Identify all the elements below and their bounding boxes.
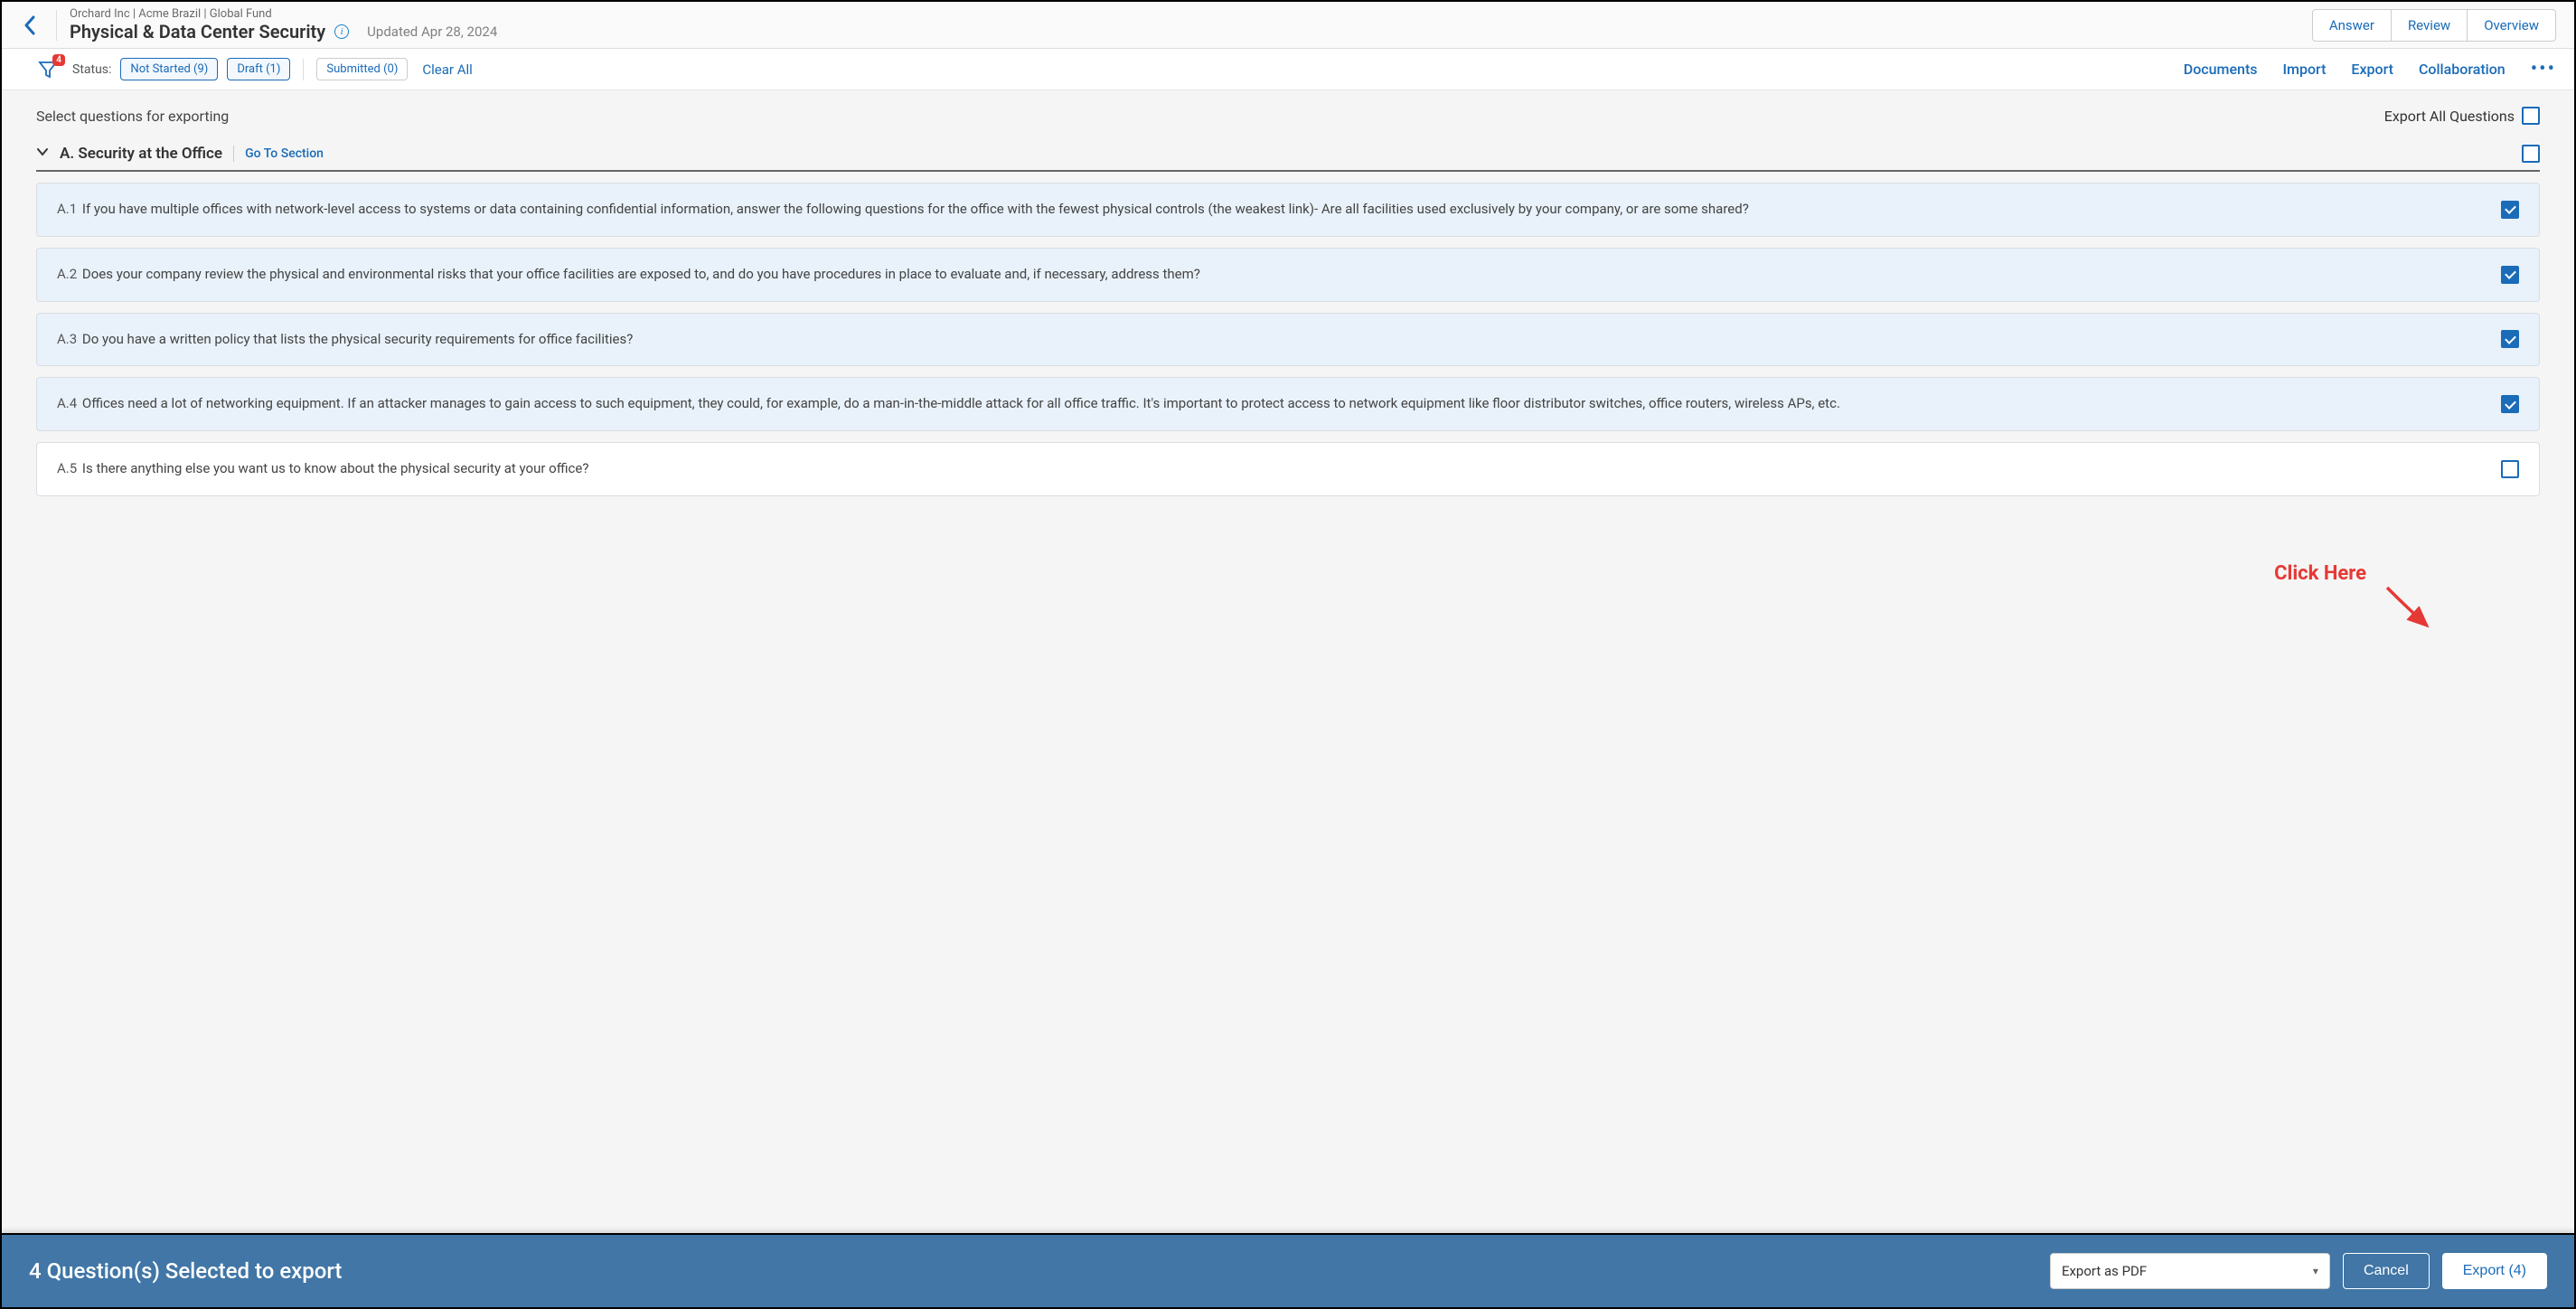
cancel-button[interactable]: Cancel [2343,1253,2430,1289]
question-card[interactable]: A.5 Is there anything else you want us t… [36,442,2540,496]
export-format-select[interactable]: Export as PDF ▾ [2050,1253,2330,1289]
status-label: Status: [72,62,111,77]
question-number: A.4 [57,395,80,411]
chip-draft[interactable]: Draft (1) [227,58,290,80]
export-format-value: Export as PDF [2062,1263,2147,1279]
question-checkbox[interactable] [2501,395,2519,413]
filter-icon[interactable]: 4 [38,60,58,80]
chip-submitted[interactable]: Submitted (0) [316,58,408,80]
question-text: A.5 Is there anything else you want us t… [57,459,2477,479]
tab-review[interactable]: Review [2392,10,2468,41]
tab-overview[interactable]: Overview [2468,10,2555,41]
question-checkbox[interactable] [2501,460,2519,478]
chip-not-started[interactable]: Not Started (9) [120,58,218,80]
export-all-group: Export All Questions [2384,107,2540,125]
view-tabs: Answer Review Overview [2312,9,2556,42]
select-row: Select questions for exporting Export Al… [36,107,2540,125]
tab-answer[interactable]: Answer [2313,10,2392,41]
question-number: A.2 [57,266,80,282]
question-number: A.1 [57,201,80,217]
section-title: A. Security at the Office [60,145,222,163]
info-icon[interactable]: i [334,24,349,39]
page-title: Physical & Data Center Security [70,21,325,42]
clear-all-link[interactable]: Clear All [422,61,472,78]
divider [56,10,57,41]
export-all-label: Export All Questions [2384,108,2515,125]
question-checkbox[interactable] [2501,330,2519,348]
question-text: A.3 Do you have a written policy that li… [57,330,2477,350]
question-checkbox[interactable] [2501,201,2519,219]
updated-date: Updated Apr 28, 2024 [367,24,497,40]
question-card[interactable]: A.1 If you have multiple offices with ne… [36,183,2540,237]
divider [303,59,304,80]
question-number: A.3 [57,331,80,347]
section-header: A. Security at the Office Go To Section [36,137,2540,172]
import-link[interactable]: Import [2283,61,2327,78]
goto-section-link[interactable]: Go To Section [245,146,324,161]
content-area: Select questions for exporting Export Al… [2,90,2574,1296]
more-menu-icon[interactable]: ••• [2531,63,2556,76]
documents-link[interactable]: Documents [2184,61,2258,78]
question-checkbox[interactable] [2501,266,2519,284]
title-block: Orchard Inc | Acme Brazil | Global Fund … [70,7,497,42]
page-header: Orchard Inc | Acme Brazil | Global Fund … [2,2,2574,49]
section-checkbox[interactable] [2522,145,2540,163]
question-text: A.4 Offices need a lot of networking equ… [57,394,2477,414]
bottom-controls: Export as PDF ▾ Cancel Export (4) [2050,1253,2547,1289]
question-card[interactable]: A.4 Offices need a lot of networking equ… [36,377,2540,431]
question-text: A.2 Does your company review the physica… [57,265,2477,285]
question-text: A.1 If you have multiple offices with ne… [57,200,2477,220]
chevron-down-icon[interactable] [36,146,49,162]
filter-bar: 4 Status: Not Started (9) Draft (1) Subm… [2,49,2574,90]
select-prompt: Select questions for exporting [36,108,229,125]
export-button[interactable]: Export (4) [2442,1253,2547,1289]
selected-summary: 4 Question(s) Selected to export [29,1258,342,1284]
question-number: A.5 [57,460,80,476]
right-action-links: Documents Import Export Collaboration ••… [2184,61,2556,78]
breadcrumb: Orchard Inc | Acme Brazil | Global Fund [70,7,497,21]
question-card[interactable]: A.3 Do you have a written policy that li… [36,313,2540,367]
divider [233,146,234,162]
export-link[interactable]: Export [2351,61,2393,78]
back-button[interactable] [16,12,43,39]
chevron-down-icon: ▾ [2313,1265,2318,1277]
export-all-checkbox[interactable] [2522,107,2540,125]
export-bottom-bar: 4 Question(s) Selected to export Export … [2,1233,2574,1307]
collaboration-link[interactable]: Collaboration [2419,61,2505,78]
question-card[interactable]: A.2 Does your company review the physica… [36,248,2540,302]
filter-count-badge: 4 [52,54,65,66]
